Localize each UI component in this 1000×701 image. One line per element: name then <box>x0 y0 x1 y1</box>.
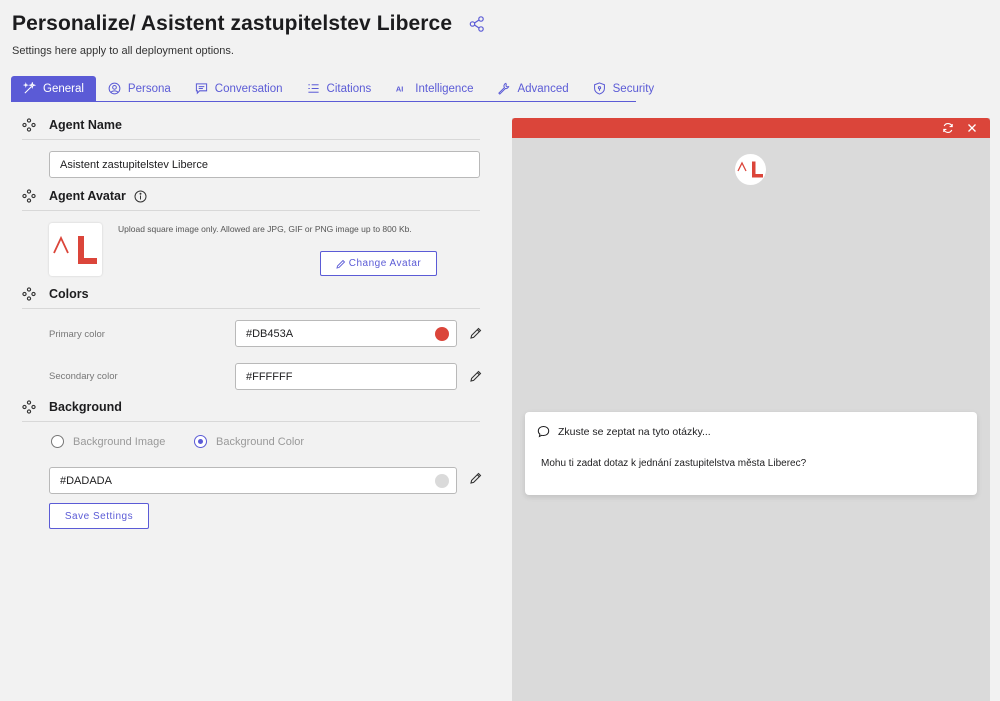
tab-label: Conversation <box>214 82 283 95</box>
tab-citations[interactable]: Citations <box>295 76 384 101</box>
section-title: Agent Avatar <box>49 189 126 203</box>
liberec-logo-icon <box>53 235 97 264</box>
section-colors: Colors <box>22 287 480 309</box>
tab-label: Intelligence <box>415 82 474 95</box>
suggested-questions-card: Zkuste se zeptat na tyto otázky... Mohu … <box>525 412 977 495</box>
tab-label: Security <box>612 82 655 95</box>
change-avatar-button[interactable]: Change Avatar <box>320 251 437 276</box>
section-agent-name: Agent Name <box>22 118 480 140</box>
section-background: Background <box>22 400 480 422</box>
background-color-radio[interactable]: Background Color <box>194 435 304 448</box>
edit-primary-color-icon[interactable] <box>469 326 483 340</box>
drag-handle-icon[interactable] <box>22 287 36 301</box>
tab-persona[interactable]: Persona <box>96 76 183 101</box>
avatar-preview <box>49 223 102 276</box>
tab-label: Advanced <box>517 82 569 95</box>
close-icon[interactable] <box>966 122 978 134</box>
suggested-question[interactable]: Mohu ti zadat dotaz k jednání zastupitel… <box>541 458 806 469</box>
background-color-value: #DADADA <box>60 474 112 487</box>
background-image-radio[interactable]: Background Image <box>51 435 165 448</box>
info-icon[interactable] <box>134 190 147 203</box>
chat-preview: Zkuste se zeptat na tyto otázky... Mohu … <box>512 118 990 701</box>
share-icon[interactable] <box>468 15 486 33</box>
preview-header-bar <box>512 118 990 138</box>
drag-handle-icon[interactable] <box>22 118 36 132</box>
edit-secondary-color-icon[interactable] <box>469 369 483 383</box>
page-title: Personalize/ Asistent zastupitelstev Lib… <box>12 12 453 35</box>
primary-color-label: Primary color <box>49 329 105 340</box>
tab-general[interactable]: General <box>11 76 96 101</box>
tab-conversation[interactable]: Conversation <box>183 76 295 101</box>
section-title: Background <box>49 400 122 414</box>
edit-background-color-icon[interactable] <box>469 471 483 485</box>
tab-label: General <box>43 82 84 95</box>
tab-advanced[interactable]: Advanced <box>485 76 580 101</box>
agent-name-input[interactable]: Asistent zastupitelstev Liberce <box>49 151 480 178</box>
suggested-questions-title: Zkuste se zeptat na tyto otázky... <box>558 425 711 438</box>
primary-color-swatch[interactable] <box>435 327 449 341</box>
section-title: Agent Name <box>49 118 122 132</box>
secondary-color-label: Secondary color <box>49 371 118 382</box>
secondary-color-input[interactable]: #FFFFFF <box>235 363 457 390</box>
svg-text:AI: AI <box>396 84 403 93</box>
radio-label: Background Image <box>73 435 166 448</box>
ai-icon: AI <box>396 84 403 93</box>
radio-label: Background Color <box>216 435 305 448</box>
preview-avatar <box>735 154 766 185</box>
change-avatar-label: Change Avatar <box>348 258 422 269</box>
liberec-logo-icon <box>737 161 763 178</box>
wand-icon <box>23 82 36 94</box>
tab-label: Persona <box>127 82 171 95</box>
tab-security[interactable]: Security <box>581 76 667 101</box>
agent-name-value: Asistent zastupitelstev Liberce <box>60 158 208 171</box>
pencil-icon <box>336 259 345 269</box>
upload-hint: Upload square image only. Allowed are JP… <box>118 224 412 234</box>
page-header: Personalize/ Asistent zastupitelstev Lib… <box>12 12 486 57</box>
tab-intelligence[interactable]: AI Intelligence <box>383 76 485 101</box>
suggested-questions-header: Zkuste se zeptat na tyto otázky... <box>537 425 711 438</box>
secondary-color-value: #FFFFFF <box>246 370 293 383</box>
page-subtitle: Settings here apply to all deployment op… <box>12 45 234 57</box>
wrench-icon <box>498 82 510 95</box>
section-title: Colors <box>49 287 89 301</box>
background-color-swatch[interactable] <box>435 474 449 488</box>
radio-circle <box>51 435 64 448</box>
primary-color-value: #DB453A <box>246 327 294 340</box>
save-settings-label: Save Settings <box>64 510 134 522</box>
chat-icon <box>195 83 207 95</box>
primary-color-input[interactable]: #DB453A <box>235 320 457 347</box>
chat-bubble-icon <box>537 425 550 438</box>
background-color-input[interactable]: #DADADA <box>49 467 457 494</box>
section-agent-avatar: Agent Avatar <box>22 189 480 211</box>
shield-icon <box>593 82 605 95</box>
tab-label: Citations <box>326 82 372 95</box>
user-circle-icon <box>108 82 121 95</box>
refresh-icon[interactable] <box>942 122 954 134</box>
settings-tabs: General Persona Conversation Citations A… <box>11 76 654 102</box>
list-icon <box>307 84 319 93</box>
drag-handle-icon[interactable] <box>22 400 36 414</box>
save-settings-button[interactable]: Save Settings <box>49 503 149 529</box>
drag-handle-icon[interactable] <box>22 189 36 203</box>
radio-circle-selected <box>194 435 207 448</box>
